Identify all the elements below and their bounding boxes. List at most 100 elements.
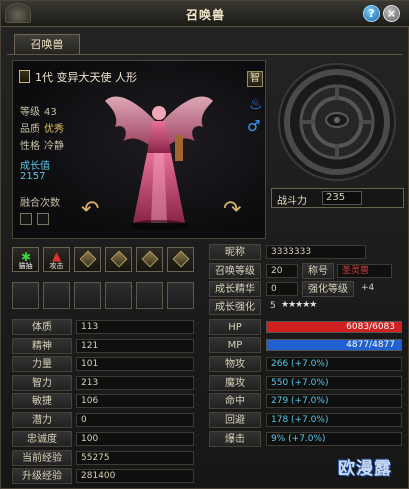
nickname-row: 昵称 3333333 [209,244,404,260]
male-icon: ♂ [247,117,261,135]
enhance-level-value: +4 [361,283,375,293]
hp-bar: 6083/6083 [266,321,402,333]
pet-level-label: 等级 [20,107,40,118]
equip-slot[interactable] [167,282,194,309]
stat-value: 100 [76,432,194,446]
equip-slot[interactable] [12,282,39,309]
skill-slot-6[interactable] [167,247,194,272]
skill-label: 猫抽 [18,262,33,270]
skill-slot-2[interactable]: ▲ 攻击 [43,247,70,272]
close-button[interactable]: × [383,5,400,22]
skill-slot-5[interactable] [136,247,163,272]
pet-temper-label: 性格 [20,141,40,152]
stat-label: 当前经验 [12,450,72,466]
hp-row: HP 6083/6083 [209,319,404,335]
stat-value: 550 (+7.0%) [266,376,402,390]
help-button[interactable]: ? [363,5,380,22]
stat-value: 55275 [76,451,194,465]
pet-quality-label: 品质 [20,124,40,135]
growth-refine-row: 成长精华 0 强化等级 +4 [209,281,404,297]
mp-row: MP 4877/4877 [209,337,404,353]
flag-icon [19,70,30,83]
left-stat-row: 精神 121 [12,338,199,354]
nickname-label: 昵称 [209,244,261,260]
skill-slot-3[interactable] [74,247,101,272]
equip-slot[interactable] [136,282,163,309]
stat-label: 体质 [12,319,72,335]
pet-quality-value: 优秀 [44,124,64,135]
equip-slot[interactable] [74,282,101,309]
stat-label: 忠诚度 [12,431,72,447]
right-stat-row: 命中 279 (+7.0%) [209,393,404,409]
nickname-field[interactable]: 3333333 [266,245,366,259]
mp-text: 4877/4877 [346,340,395,350]
window-title: 召唤兽 [185,8,225,22]
title-bar[interactable]: 召唤兽 ? × [1,1,409,27]
enhance-level-label: 强化等级 [302,281,354,297]
right-stat-row: 物攻 266 (+7.0%) [209,356,404,372]
left-stat-row: 敏捷 106 [12,393,199,409]
combat-power: 战斗力 235 [271,188,404,208]
growth-value: 2157 [20,171,46,182]
rotate-left-arrow-icon[interactable]: ↶ [81,199,109,221]
pet-temper: 性格 冷静 [20,137,64,152]
equip-slot[interactable] [43,282,70,309]
stat-label: 升级经验 [12,468,72,484]
right-stat-row: 爆击 9% (+7.0%) [209,431,404,447]
stat-label: 命中 [209,393,261,409]
right-stat-row: 魔攻 550 (+7.0%) [209,375,404,391]
skill-slot-4[interactable] [105,247,132,272]
stat-label: 潜力 [12,412,72,428]
stat-value: 266 (+7.0%) [266,357,402,371]
stat-label: 物攻 [209,356,261,372]
left-stat-row: 力量 101 [12,356,199,372]
rotate-right-arrow-icon[interactable]: ↷ [223,199,251,221]
growth-enhance-row: 成长强化 5 ★★★★★ [209,299,404,315]
stat-value: 178 (+7.0%) [266,413,402,427]
stat-label: 力量 [12,356,72,372]
stat-label: 回避 [209,412,261,428]
locked-skill-icon [110,250,128,268]
pet-window: 召唤兽 ? × 召唤兽 1代 变异大天使 人形 等级 43 品质 优秀 性格 冷静 成… [0,0,409,489]
stat-value: 101 [76,357,194,371]
hp-label: HP [209,319,261,335]
growth-label: 成长值 [20,161,50,172]
growth-refine-label: 成长精华 [209,281,261,297]
fuse-count-label: 融合次数 [20,198,60,209]
skill-slot-1[interactable]: ✱ 猫抽 [12,247,39,272]
tab-summon[interactable]: 召唤兽 [14,34,80,54]
stat-value: 106 [76,394,194,408]
pet-level-value: 43 [44,107,57,118]
summon-level-label: 召唤等级 [209,263,261,279]
pet-display-panel: 1代 变异大天使 人形 等级 43 品质 优秀 性格 冷静 成长值 2157 融合次数… [12,60,266,239]
locked-skill-icon [141,250,159,268]
pet-level: 等级 43 [20,103,57,118]
fuse-slot[interactable] [20,213,32,225]
mp-bar: 4877/4877 [266,339,402,351]
stat-label: 爆击 [209,431,261,447]
pet-temper-value: 冷静 [44,141,64,152]
equip-slot[interactable] [105,282,132,309]
stat-label: 魔攻 [209,375,261,391]
hp-text: 6083/6083 [346,322,395,332]
emblem-icon [278,63,396,181]
tab-divider [7,54,402,55]
stat-value: 213 [76,376,194,390]
combat-power-value: 235 [322,191,362,205]
growth-enhance-value: 5 [270,301,276,311]
mp-label: MP [209,337,261,353]
stat-value: 113 [76,320,194,334]
fuse-slot[interactable] [37,213,49,225]
title-value: 圣灵兽 [337,264,392,278]
stat-value: 0 [76,413,194,427]
locked-skill-icon [79,250,97,268]
growth-enhance-label: 成长强化 [209,299,261,315]
left-stat-row: 忠诚度 100 [12,431,199,447]
stat-label: 敏捷 [12,393,72,409]
right-stat-row: 回避 178 (+7.0%) [209,412,404,428]
stat-value: 9% (+7.0%) [266,432,402,446]
stat-value: 279 (+7.0%) [266,394,402,408]
left-stat-row: 体质 113 [12,319,199,335]
flame-icon: ♨ [249,95,263,113]
star-rating-icon: ★★★★★ [281,300,317,310]
